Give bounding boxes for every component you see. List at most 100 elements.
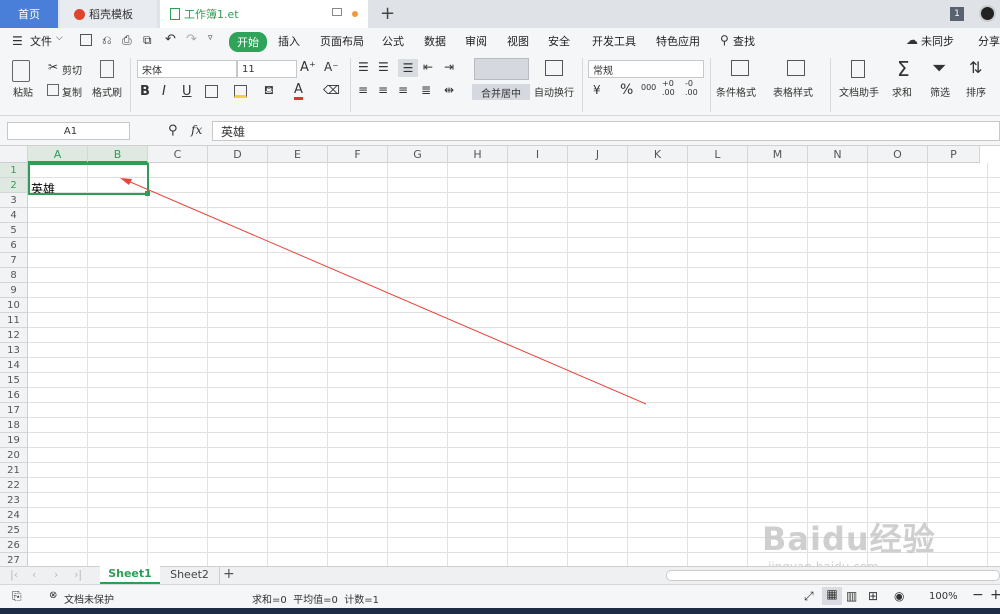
search-icon[interactable]: ⚲: [720, 33, 729, 47]
column-header[interactable]: P: [928, 146, 980, 163]
row-header[interactable]: 14: [0, 358, 28, 373]
column-header[interactable]: I: [508, 146, 568, 163]
row-header[interactable]: 19: [0, 433, 28, 448]
export-pdf-icon[interactable]: ⎌: [102, 33, 112, 48]
indent-increase-icon[interactable]: ⇥: [444, 60, 454, 74]
menu-developer[interactable]: 开发工具: [592, 33, 636, 49]
column-header[interactable]: M: [748, 146, 808, 163]
column-header[interactable]: K: [628, 146, 688, 163]
doc-helper-icon[interactable]: [851, 60, 865, 78]
add-sheet-button[interactable]: +: [223, 566, 235, 582]
cut-icon[interactable]: ✂: [46, 60, 60, 74]
font-name-select[interactable]: 宋体: [137, 60, 237, 78]
thousands-button[interactable]: 000: [641, 83, 656, 92]
increase-decimal-button[interactable]: +0 .00: [662, 79, 680, 97]
menu-insert[interactable]: 插入: [278, 33, 300, 49]
font-size-select[interactable]: 11: [237, 60, 297, 78]
conditional-format-icon[interactable]: [731, 60, 749, 76]
column-header[interactable]: C: [148, 146, 208, 163]
wrap-text-button[interactable]: 自动换行: [534, 84, 574, 99]
merge-center-icon[interactable]: [474, 58, 529, 80]
row-header[interactable]: 16: [0, 388, 28, 403]
column-header[interactable]: J: [568, 146, 628, 163]
zoom-level[interactable]: 100%: [929, 591, 958, 602]
macro-icon[interactable]: ⎘: [12, 589, 22, 604]
page-break-view-icon[interactable]: ▥: [846, 589, 857, 603]
table-style-icon[interactable]: [787, 60, 805, 76]
hamburger-icon[interactable]: ☰: [12, 34, 23, 48]
column-header[interactable]: F: [328, 146, 388, 163]
cloud-icon[interactable]: ☁: [906, 33, 918, 47]
quick-access-dropdown-icon[interactable]: ▿: [208, 33, 213, 43]
currency-icon[interactable]: ¥: [593, 83, 601, 97]
copy-button[interactable]: 复制: [62, 84, 82, 99]
column-header[interactable]: A: [28, 146, 88, 163]
row-header[interactable]: 24: [0, 508, 28, 523]
row-header[interactable]: 3: [0, 193, 28, 208]
sort-icon[interactable]: ⇅: [969, 58, 982, 77]
tab-template[interactable]: 稻壳模板: [60, 0, 157, 28]
column-header[interactable]: E: [268, 146, 328, 163]
menu-formula[interactable]: 公式: [382, 33, 404, 49]
redo-icon[interactable]: ↷: [186, 32, 197, 47]
align-top-icon[interactable]: ☰: [358, 60, 369, 74]
row-header[interactable]: 6: [0, 238, 28, 253]
fx-icon[interactable]: fx: [191, 123, 202, 137]
menu-page-layout[interactable]: 页面布局: [320, 33, 364, 49]
sort-button[interactable]: 排序: [966, 84, 986, 99]
sum-button[interactable]: 求和: [892, 84, 912, 99]
row-header[interactable]: 26: [0, 538, 28, 553]
new-tab-button[interactable]: +: [380, 3, 395, 24]
cut-button[interactable]: 剪切: [62, 62, 82, 77]
decrease-font-icon[interactable]: A⁻: [324, 60, 339, 74]
undo-icon[interactable]: ↶: [165, 32, 176, 47]
row-header[interactable]: 8: [0, 268, 28, 283]
preview-icon[interactable]: ⧉: [143, 33, 152, 48]
selection-box[interactable]: [28, 163, 149, 195]
row-header[interactable]: 23: [0, 493, 28, 508]
column-header[interactable]: L: [688, 146, 748, 163]
format-painter-button[interactable]: 格式刷: [92, 84, 122, 99]
name-box[interactable]: A1: [7, 122, 130, 140]
row-header[interactable]: 12: [0, 328, 28, 343]
sheet-tab-active[interactable]: Sheet1: [100, 566, 160, 584]
paste-button[interactable]: 粘贴: [8, 84, 38, 99]
sum-icon[interactable]: Σ: [897, 57, 910, 81]
row-header[interactable]: 21: [0, 463, 28, 478]
doc-helper-button[interactable]: 文档助手: [839, 84, 879, 99]
zoom-formula-icon[interactable]: ⚲: [168, 123, 178, 138]
formula-input[interactable]: 英雄: [212, 121, 1000, 141]
sheet-tab-2[interactable]: Sheet2: [160, 567, 220, 584]
row-header[interactable]: 9: [0, 283, 28, 298]
bucket-icon[interactable]: ⛾: [264, 83, 274, 99]
tab-home[interactable]: 首页: [0, 0, 58, 28]
row-header[interactable]: 1: [0, 163, 28, 178]
last-sheet-icon[interactable]: ›|: [74, 568, 82, 581]
row-header[interactable]: 13: [0, 343, 28, 358]
row-header[interactable]: 22: [0, 478, 28, 493]
column-header[interactable]: D: [208, 146, 268, 163]
column-header[interactable]: B: [88, 146, 148, 163]
clear-format-icon[interactable]: ⌫: [323, 83, 340, 97]
column-header[interactable]: N: [808, 146, 868, 163]
normal-view-icon[interactable]: ▦: [822, 587, 842, 605]
cell-grid[interactable]: [28, 163, 1000, 566]
menu-review[interactable]: 审阅: [465, 33, 487, 49]
row-header[interactable]: 17: [0, 403, 28, 418]
first-sheet-icon[interactable]: |‹: [10, 568, 18, 581]
menu-view[interactable]: 视图: [507, 33, 529, 49]
sync-status[interactable]: 未同步: [921, 33, 954, 49]
distributed-icon[interactable]: ⇹: [444, 83, 454, 97]
indent-decrease-icon[interactable]: ⇤: [423, 60, 433, 74]
copy-icon[interactable]: [47, 84, 59, 96]
fill-handle[interactable]: [145, 191, 150, 196]
zoom-out-button[interactable]: −: [972, 587, 984, 603]
fit-screen-icon[interactable]: ⤢: [804, 589, 814, 604]
row-header[interactable]: 11: [0, 313, 28, 328]
format-painter-icon[interactable]: [100, 60, 114, 78]
menu-start[interactable]: 开始: [229, 32, 267, 52]
decrease-decimal-button[interactable]: -0 .00: [685, 79, 703, 97]
save-icon[interactable]: [80, 34, 92, 46]
table-style-button[interactable]: 表格样式: [773, 84, 813, 99]
conditional-format-button[interactable]: 条件格式: [716, 84, 756, 99]
